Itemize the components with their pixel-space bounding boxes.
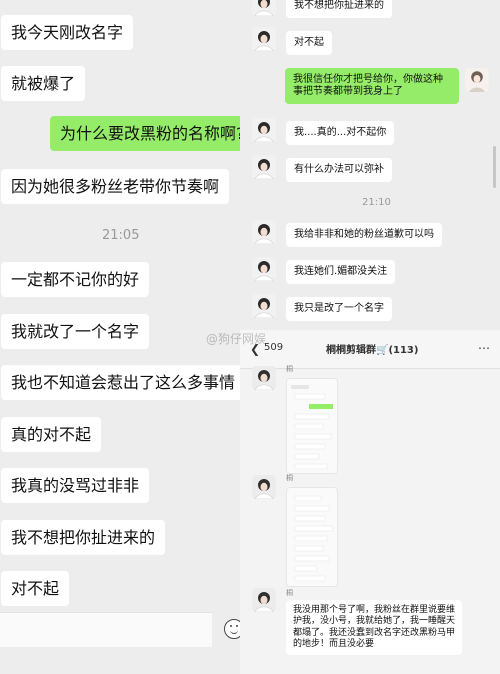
message-sender-name: 桐 [286, 365, 293, 373]
avatar [252, 588, 276, 612]
chat-bubble: 我连她们.媚都没关注 [286, 260, 396, 284]
scrollbar[interactable] [493, 146, 496, 188]
chat-bubble: 我....真的...对不起你 [286, 121, 395, 145]
avatar [465, 68, 489, 92]
chat-bubble: 对不起 [286, 31, 332, 55]
watermark: @狗仔网娱 [206, 332, 267, 346]
back-unread-count[interactable]: 509 [264, 342, 283, 353]
more-icon[interactable]: ⋯ [478, 341, 490, 355]
avatar [252, 118, 276, 142]
message-input-bar[interactable] [0, 612, 212, 647]
screenshot-message-card [286, 487, 338, 587]
chat-bubble: 因为她很多粉丝老带你节奏啊 [1, 169, 230, 205]
avatar [252, 0, 276, 16]
chat-bubble: 一定都不记你的好 [1, 262, 150, 298]
chat-bubble: 有什么办法可以弥补 [286, 158, 392, 182]
chat-bubble: 我也不知道会惹出了这么多事情 [1, 365, 246, 401]
chat-bubble-self: 为什么要改黑粉的名称啊? [50, 116, 250, 152]
chat-bubble: 我没用那个号了啊，我粉丝在群里说要维护我，没小号，我就给她了，我一睡醒天都塌了。… [286, 600, 462, 655]
group-title: 桐桐剪辑群🛒(113) [326, 345, 419, 356]
screenshot-message-card [286, 378, 338, 474]
chat-timestamp: 21:10 [362, 197, 391, 208]
group-chat-header: ❮ 509 桐桐剪辑群🛒(113) ⋯ [240, 330, 500, 369]
message-sender-name: 桐 [286, 474, 293, 482]
chat-bubble: 我只是改了一个名字 [286, 297, 392, 321]
avatar [252, 475, 276, 499]
chat-bubble: 我真的没骂过非非 [1, 468, 150, 504]
avatar [252, 220, 276, 244]
chat-bubble: 我给非非和她的粉丝道歉可以吗 [286, 223, 442, 247]
chat-bubble: 我就改了一个名字 [1, 314, 150, 350]
chat-bubble: 我不想把你扯进来的 [286, 0, 392, 18]
avatar [252, 257, 276, 281]
avatar [252, 366, 276, 390]
message-sender-name: 桐 [286, 589, 293, 597]
chat-bubble: 我今天刚改名字 [1, 15, 134, 51]
emoji-smile-mark [230, 628, 238, 634]
chat-bubble: 就被爆了 [1, 66, 86, 102]
avatar [252, 27, 276, 51]
chat-bubble: 真的对不起 [1, 417, 102, 453]
chat-bubble: 我不想把你扯进来的 [1, 520, 166, 556]
chat-bubble: 对不起 [1, 571, 70, 607]
chat-bubble-self: 我很信任你才把号给你，你做这种事把节奏都带到我身上了 [285, 68, 459, 104]
right-chat-panel: 我不想把你扯进来的 对不起 我很信任你才把号给你，你做这种事把节奏都带到我身上了… [240, 0, 500, 330]
group-chat-panel: ❮ 509 桐桐剪辑群🛒(113) ⋯ 桐 桐 桐 我没用那个号了啊，我粉丝在群… [240, 330, 500, 674]
chat-timestamp: 21:05 [102, 228, 140, 243]
avatar [252, 155, 276, 179]
avatar [252, 294, 276, 318]
